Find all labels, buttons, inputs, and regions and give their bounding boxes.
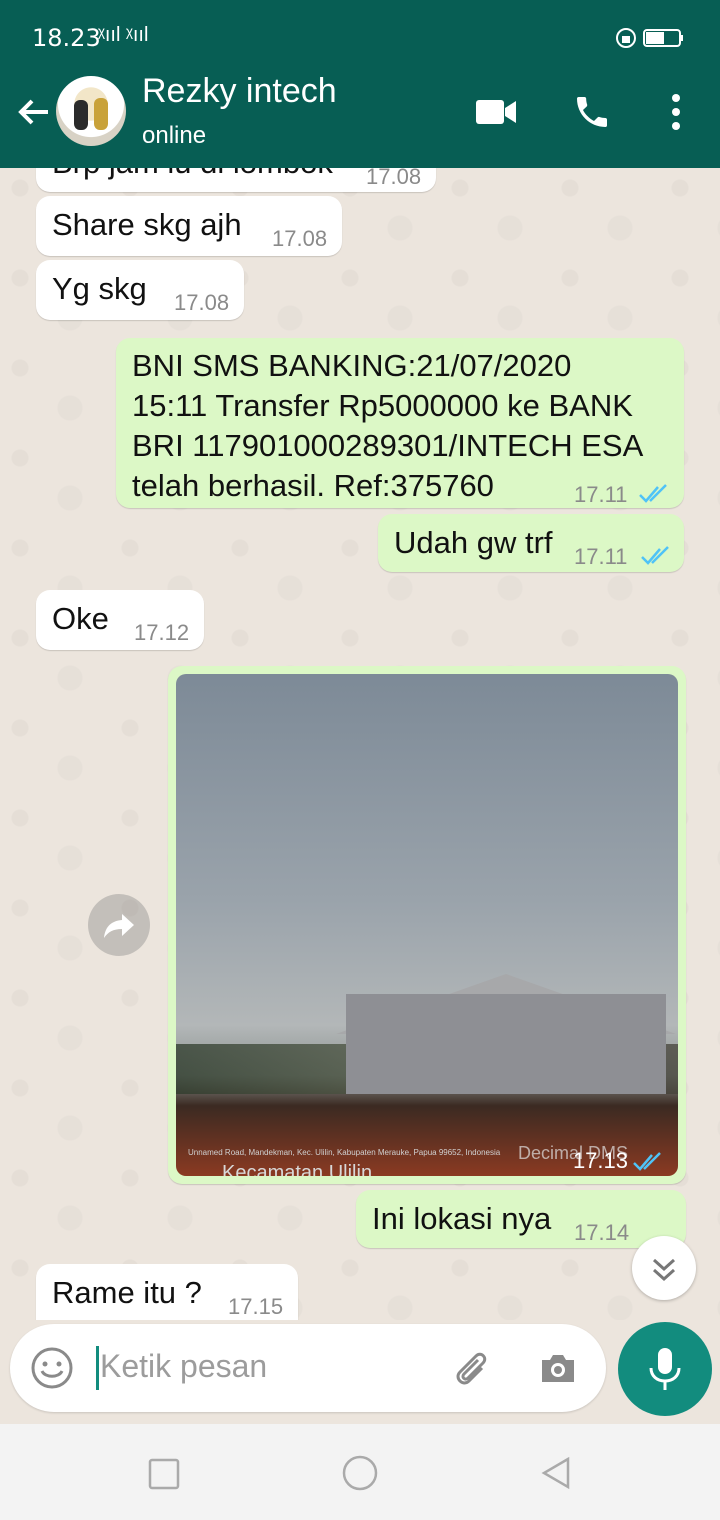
message-out[interactable]: BNI SMS BANKING:21/07/2020 15:11 Transfe… (116, 338, 684, 508)
text-caret (96, 1346, 99, 1390)
forward-icon[interactable] (88, 894, 150, 956)
message-time: 17.14 (574, 1220, 630, 1245)
message-text: BNI SMS BANKING:21/07/2020 15:11 Transfe… (132, 348, 644, 503)
more-vertical-icon[interactable] (664, 92, 688, 137)
message-time: 17.15 (228, 1294, 284, 1319)
message-text: Rame itu ? (52, 1275, 202, 1310)
message-time: 17.08 (174, 290, 230, 315)
location-photo[interactable]: Unnamed Road, Mandekman, Kec. Ulilin, Ka… (176, 674, 678, 1176)
message-text: Oke (52, 601, 109, 636)
camera-icon[interactable] (536, 1346, 580, 1395)
video-call-icon[interactable] (474, 92, 518, 137)
avatar[interactable] (56, 76, 126, 146)
photo-caption-place: Kecamatan Ulilin (222, 1162, 373, 1176)
home-icon[interactable] (341, 1454, 379, 1497)
battery-icon (616, 26, 688, 55)
contact-status: online (142, 122, 207, 149)
paperclip-icon[interactable] (448, 1346, 492, 1395)
double-check-icon (640, 538, 672, 576)
status-bar: 18.23 ᵡııl ᵡııl (0, 0, 720, 60)
message-in[interactable]: Yg skg 17.08 (36, 260, 244, 320)
chat-header: Rezky intech online (0, 56, 720, 168)
recents-icon[interactable] (148, 1458, 180, 1495)
message-composer[interactable]: Ketik pesan (10, 1324, 606, 1412)
message-time: 17.08 (272, 226, 328, 251)
message-in[interactable]: Rame itu ? 17.15 (36, 1264, 298, 1320)
message-text: Udah gw trf (394, 525, 553, 560)
message-time: 17.08 (366, 168, 422, 189)
back-nav-icon[interactable] (540, 1456, 572, 1495)
emoji-icon[interactable] (30, 1346, 74, 1395)
signal-icon: ᵡııl ᵡııl (98, 24, 149, 46)
message-text: Ini lokasi nya (372, 1201, 552, 1236)
message-in[interactable]: Brp jam lu di lombok 17.08 (36, 168, 436, 192)
double-check-icon (638, 476, 670, 514)
message-in[interactable]: Oke 17.12 (36, 590, 204, 650)
message-time: 17.13 (572, 1148, 628, 1173)
phone-icon[interactable] (572, 92, 612, 137)
message-input[interactable]: Ketik pesan (100, 1348, 267, 1385)
double-chevron-down-icon[interactable] (632, 1236, 696, 1300)
message-out[interactable]: Udah gw trf 17.11 (378, 514, 684, 572)
arrow-left-icon[interactable] (14, 92, 54, 132)
message-time: 17.12 (134, 620, 190, 645)
contact-name[interactable]: Rezky intech (142, 72, 337, 111)
microphone-icon[interactable] (618, 1322, 712, 1416)
message-time: 17.11 (574, 544, 628, 569)
image-message[interactable]: Unnamed Road, Mandekman, Kec. Ulilin, Ka… (168, 666, 686, 1184)
system-nav-bar (0, 1424, 720, 1520)
double-check-icon (632, 1144, 664, 1176)
message-time: 17.11 (574, 482, 628, 507)
message-text: Brp jam lu di lombok (52, 168, 333, 182)
message-in[interactable]: Share skg ajh 17.08 (36, 196, 342, 256)
chat-area[interactable]: Brp jam lu di lombok 17.08 Share skg ajh… (0, 168, 720, 1320)
message-text: Share skg ajh (52, 207, 242, 242)
message-text: Yg skg (52, 271, 147, 306)
status-time: 18.23 (32, 24, 101, 52)
